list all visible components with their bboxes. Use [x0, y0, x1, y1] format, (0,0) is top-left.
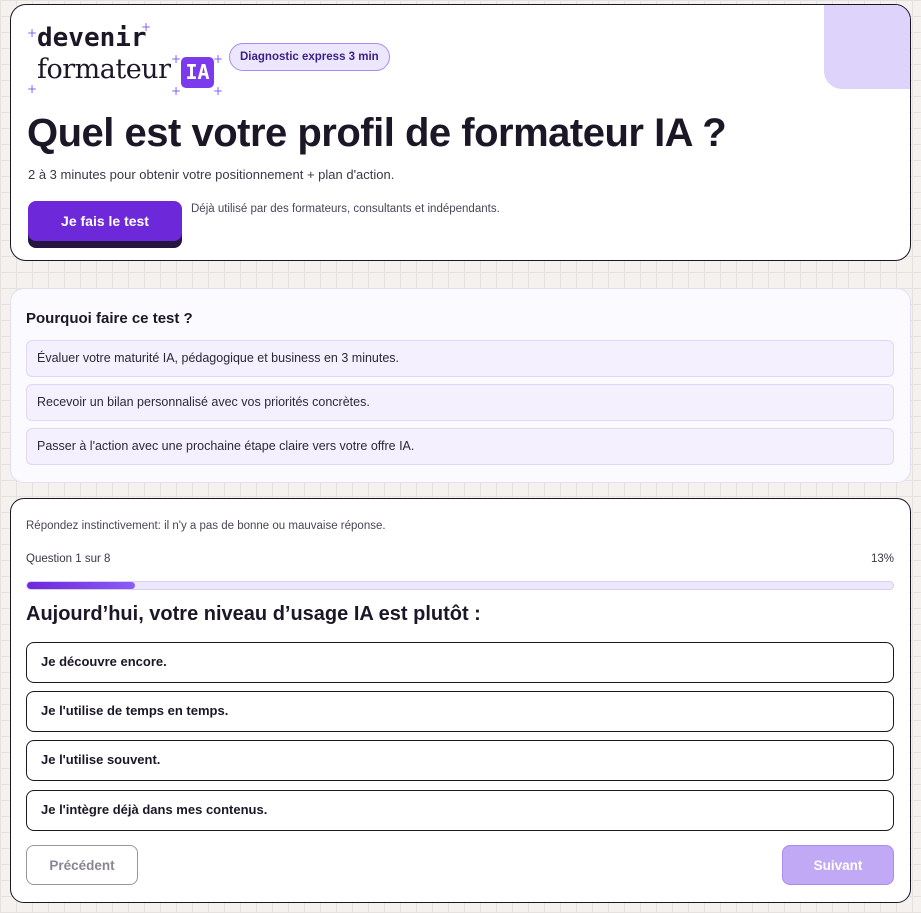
answer-option[interactable]: Je l'utilise de temps en temps. — [26, 691, 894, 732]
logo-text-formateur: formateur — [37, 54, 171, 85]
sparkle-icon: + — [213, 52, 224, 66]
social-proof-note: Déjà utilisé par des formateurs, consult… — [191, 203, 500, 215]
progress-bar-fill — [27, 582, 136, 589]
why-title: Pourquoi faire ce test ? — [26, 310, 193, 327]
why-card: Pourquoi faire ce test ? Évaluer votre m… — [10, 288, 911, 483]
page-title: Quel est votre profil de formateur IA ? — [27, 111, 727, 155]
brand-logo[interactable]: + + + + + + + devenir formateur IA — [27, 21, 223, 97]
next-button[interactable]: Suivant — [782, 845, 894, 885]
page-subtitle: 2 à 3 minutes pour obtenir votre positio… — [28, 167, 395, 182]
answer-option[interactable]: Je l'utilise souvent. — [26, 740, 894, 781]
logo-badge-ia: IA — [181, 57, 214, 88]
previous-button[interactable]: Précédent — [26, 845, 138, 885]
question-counter: Question 1 sur 8 — [26, 553, 111, 565]
why-item: Passer à l'action avec une prochaine éta… — [26, 428, 894, 465]
hero-corner-decoration — [824, 5, 910, 89]
answer-option[interactable]: Je l'intègre déjà dans mes contenus. — [26, 790, 894, 831]
sparkle-icon: + — [27, 26, 38, 40]
start-test-button-wrapper: Je fais le test — [28, 201, 182, 248]
progress-percentage: 13% — [870, 553, 894, 565]
hero-card: + + + + + + + devenir formateur IA Diagn… — [10, 4, 911, 261]
why-item: Évaluer votre maturité IA, pédagogique e… — [26, 340, 894, 377]
start-test-button[interactable]: Je fais le test — [28, 201, 182, 241]
sparkle-icon: + — [27, 82, 38, 96]
sparkle-icon: + — [171, 84, 182, 98]
why-item: Recevoir un bilan personnalisé avec vos … — [26, 384, 894, 421]
sparkle-icon: + — [213, 84, 224, 98]
quiz-card: Répondez instinctivement: il n'y a pas d… — [10, 498, 911, 903]
answer-option[interactable]: Je découvre encore. — [26, 642, 894, 683]
diagnostic-badge: Diagnostic express 3 min — [229, 43, 390, 71]
quiz-instructions: Répondez instinctivement: il n'y a pas d… — [26, 520, 386, 532]
progress-bar — [26, 581, 894, 590]
sparkle-icon: + — [171, 52, 182, 66]
logo-text-devenir: devenir — [37, 23, 147, 53]
question-title: Aujourd’hui, votre niveau d’usage IA est… — [26, 603, 481, 625]
